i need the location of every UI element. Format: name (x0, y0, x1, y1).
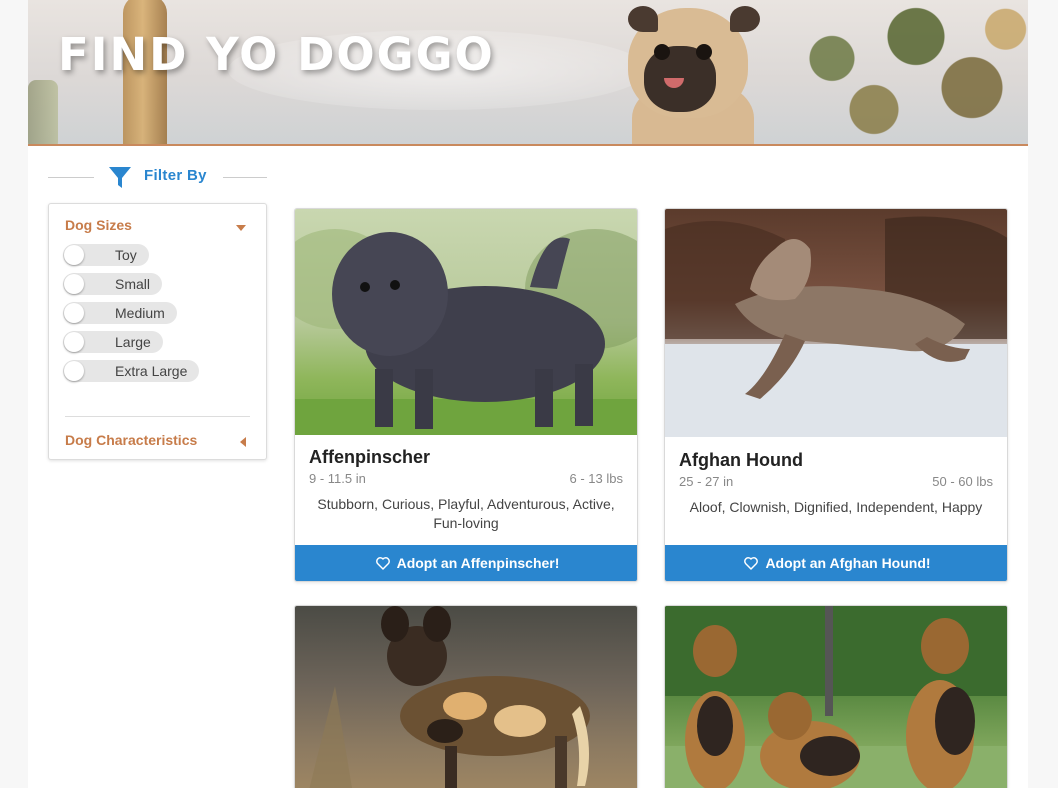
dog-photo-airedale (665, 606, 1007, 788)
banner-foliage (748, 0, 1028, 144)
dog-photo-wild-dog (295, 606, 637, 788)
dog-weight: 6 - 13 lbs (569, 471, 623, 486)
dog-characteristics-title[interactable]: Dog Characteristics (65, 432, 197, 448)
toggle-knob[interactable] (64, 332, 84, 352)
dog-name: Afghan Hound (679, 450, 803, 470)
dog-traits: Aloof, Clownish, Dignified, Independent,… (689, 499, 983, 515)
filter-by-label: Filter By (144, 167, 207, 184)
adopt-button-label: Adopt an Affenpinscher! (396, 555, 560, 571)
page-title: FIND YO DOGGO (58, 28, 495, 81)
dog-sizes-title[interactable]: Dog Sizes (65, 217, 132, 233)
toggle-size-large[interactable]: Large (63, 331, 163, 353)
dog-card-african-wild-dog (294, 605, 638, 788)
dog-card-affenpinscher: Affenpinscher 9 - 11.5 in 6 - 13 lbs Stu… (294, 208, 638, 582)
airedale-photo-art (665, 606, 1007, 788)
dog-traits: Stubborn, Curious, Playful, Adventurous,… (317, 496, 615, 531)
dog-photo-afghan-hound (665, 209, 1007, 437)
adopt-button[interactable]: Adopt an Afghan Hound! (665, 545, 1007, 581)
toggle-knob[interactable] (64, 274, 84, 294)
toggle-size-extra-large[interactable]: Extra Large (63, 360, 200, 382)
banner-pug-image (624, 6, 760, 144)
heart-icon (744, 557, 759, 570)
filter-sidebar: Dog Sizes Toy Small Medium Large Extra L… (48, 203, 267, 460)
dog-photo-affenpinscher (295, 209, 637, 435)
dog-card-afghan-hound: Afghan Hound 25 - 27 in 50 - 60 lbs Aloo… (664, 208, 1008, 582)
dog-card-airedale-terrier (664, 605, 1008, 788)
toggle-label: Extra Large (115, 363, 188, 379)
toggle-label: Medium (115, 305, 165, 321)
dog-weight: 50 - 60 lbs (932, 474, 993, 489)
adopt-button-label: Adopt an Afghan Hound! (765, 555, 931, 571)
afghan-hound-photo-art (665, 216, 1007, 437)
toggle-label: Toy (115, 247, 137, 263)
filter-heading: Filter By (48, 161, 268, 191)
adopt-button[interactable]: Adopt an Affenpinscher! (295, 545, 637, 581)
dog-meta: 9 - 11.5 in 6 - 13 lbs (309, 471, 623, 486)
size-toggle-list: Toy Small Medium Large Extra Large (63, 244, 200, 389)
banner-plant-decoration (28, 80, 58, 144)
chevron-down-icon[interactable] (236, 225, 246, 231)
filter-rule-right (223, 177, 267, 178)
toggle-knob[interactable] (64, 245, 84, 265)
affenpinscher-photo-art (295, 229, 637, 435)
toggle-knob[interactable] (64, 303, 84, 323)
dog-meta: 25 - 27 in 50 - 60 lbs (679, 474, 993, 489)
chevron-left-icon[interactable] (240, 437, 246, 447)
section-divider (65, 416, 250, 417)
filter-rule-left (48, 177, 94, 178)
dog-height: 9 - 11.5 in (309, 471, 366, 486)
wild-dog-photo-art (309, 606, 590, 788)
header-banner: FIND YO DOGGO (28, 0, 1028, 146)
dog-name: Affenpinscher (309, 447, 431, 467)
toggle-label: Large (115, 334, 151, 350)
dog-height: 25 - 27 in (679, 474, 734, 489)
toggle-knob[interactable] (64, 361, 84, 381)
heart-icon (375, 557, 390, 570)
filter-funnel-icon (109, 167, 131, 188)
toggle-size-medium[interactable]: Medium (63, 302, 177, 324)
toggle-size-toy[interactable]: Toy (63, 244, 149, 266)
page: FIND YO DOGGO Filter By Dog Sizes Toy Sm… (28, 0, 1028, 788)
toggle-size-small[interactable]: Small (63, 273, 163, 295)
toggle-label: Small (115, 276, 151, 292)
